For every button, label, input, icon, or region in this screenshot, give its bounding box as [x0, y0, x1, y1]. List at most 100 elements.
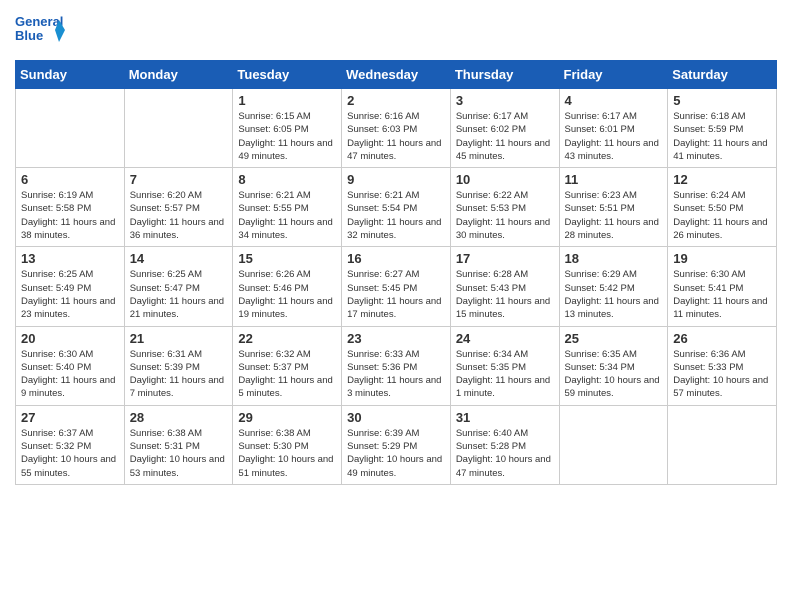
day-number: 9	[347, 172, 445, 187]
day-info: Sunrise: 6:16 AMSunset: 6:03 PMDaylight:…	[347, 110, 445, 163]
day-number: 29	[238, 410, 336, 425]
day-cell: 1 Sunrise: 6:15 AMSunset: 6:05 PMDaylight…	[233, 89, 342, 168]
day-info: Sunrise: 6:21 AMSunset: 5:54 PMDaylight:…	[347, 189, 445, 242]
day-info: Sunrise: 6:17 AMSunset: 6:01 PMDaylight:…	[565, 110, 663, 163]
day-number: 16	[347, 251, 445, 266]
day-info: Sunrise: 6:28 AMSunset: 5:43 PMDaylight:…	[456, 268, 554, 321]
day-info: Sunrise: 6:30 AMSunset: 5:41 PMDaylight:…	[673, 268, 771, 321]
day-cell: 28 Sunrise: 6:38 AMSunset: 5:31 PMDayligh…	[124, 405, 233, 484]
day-info: Sunrise: 6:34 AMSunset: 5:35 PMDaylight:…	[456, 348, 554, 401]
day-cell: 15Sunrise: 6:26 AMSunset: 5:46 PMDayligh…	[233, 247, 342, 326]
day-number: 14	[130, 251, 228, 266]
day-number: 22	[238, 331, 336, 346]
day-info: Sunrise: 6:20 AMSunset: 5:57 PMDaylight:…	[130, 189, 228, 242]
day-info: Sunrise: 6:15 AMSunset: 6:05 PMDaylight:…	[238, 110, 336, 163]
day-number: 2	[347, 93, 445, 108]
day-info: Sunrise: 6:30 AMSunset: 5:40 PMDaylight:…	[21, 348, 119, 401]
header-tuesday: Tuesday	[233, 61, 342, 89]
page: General Blue SundayMondayTuesdayWednesda…	[0, 0, 792, 612]
day-number: 11	[565, 172, 663, 187]
day-number: 10	[456, 172, 554, 187]
day-info: Sunrise: 6:32 AMSunset: 5:37 PMDaylight:…	[238, 348, 336, 401]
day-number: 17	[456, 251, 554, 266]
day-info: Sunrise: 6:40 AMSunset: 5:28 PMDaylight:…	[456, 427, 554, 480]
day-number: 31	[456, 410, 554, 425]
header-saturday: Saturday	[668, 61, 777, 89]
day-number: 23	[347, 331, 445, 346]
day-cell: 31 Sunrise: 6:40 AMSunset: 5:28 PMDayligh…	[450, 405, 559, 484]
logo: General Blue	[15, 10, 65, 52]
day-info: Sunrise: 6:31 AMSunset: 5:39 PMDaylight:…	[130, 348, 228, 401]
day-number: 1	[238, 93, 336, 108]
day-info: Sunrise: 6:29 AMSunset: 5:42 PMDaylight:…	[565, 268, 663, 321]
header-wednesday: Wednesday	[342, 61, 451, 89]
day-cell: 11 Sunrise: 6:23 AMSunset: 5:51 PMDayligh…	[559, 168, 668, 247]
week-row-4: 20Sunrise: 6:30 AMSunset: 5:40 PMDayligh…	[16, 326, 777, 405]
day-cell	[16, 89, 125, 168]
svg-text:Blue: Blue	[15, 28, 43, 43]
day-number: 3	[456, 93, 554, 108]
day-number: 25	[565, 331, 663, 346]
header: General Blue	[15, 10, 777, 52]
day-cell: 8 Sunrise: 6:21 AMSunset: 5:55 PMDaylight…	[233, 168, 342, 247]
day-cell: 13Sunrise: 6:25 AMSunset: 5:49 PMDayligh…	[16, 247, 125, 326]
day-cell: 23 Sunrise: 6:33 AMSunset: 5:36 PMDayligh…	[342, 326, 451, 405]
logo-svg: General Blue	[15, 10, 65, 52]
day-info: Sunrise: 6:33 AMSunset: 5:36 PMDaylight:…	[347, 348, 445, 401]
day-number: 13	[21, 251, 119, 266]
day-number: 18	[565, 251, 663, 266]
day-info: Sunrise: 6:18 AMSunset: 5:59 PMDaylight:…	[673, 110, 771, 163]
day-info: Sunrise: 6:38 AMSunset: 5:30 PMDaylight:…	[238, 427, 336, 480]
day-cell: 6 Sunrise: 6:19 AMSunset: 5:58 PMDaylight…	[16, 168, 125, 247]
day-cell: 2 Sunrise: 6:16 AMSunset: 6:03 PMDaylight…	[342, 89, 451, 168]
day-info: Sunrise: 6:23 AMSunset: 5:51 PMDaylight:…	[565, 189, 663, 242]
day-cell: 16 Sunrise: 6:27 AMSunset: 5:45 PMDayligh…	[342, 247, 451, 326]
day-cell: 27Sunrise: 6:37 AMSunset: 5:32 PMDayligh…	[16, 405, 125, 484]
day-cell: 24 Sunrise: 6:34 AMSunset: 5:35 PMDayligh…	[450, 326, 559, 405]
day-info: Sunrise: 6:21 AMSunset: 5:55 PMDaylight:…	[238, 189, 336, 242]
day-number: 8	[238, 172, 336, 187]
day-cell: 3 Sunrise: 6:17 AMSunset: 6:02 PMDaylight…	[450, 89, 559, 168]
day-info: Sunrise: 6:19 AMSunset: 5:58 PMDaylight:…	[21, 189, 119, 242]
day-info: Sunrise: 6:24 AMSunset: 5:50 PMDaylight:…	[673, 189, 771, 242]
week-row-2: 6 Sunrise: 6:19 AMSunset: 5:58 PMDaylight…	[16, 168, 777, 247]
day-cell: 12 Sunrise: 6:24 AMSunset: 5:50 PMDayligh…	[668, 168, 777, 247]
day-info: Sunrise: 6:17 AMSunset: 6:02 PMDaylight:…	[456, 110, 554, 163]
day-cell	[559, 405, 668, 484]
day-number: 19	[673, 251, 771, 266]
header-friday: Friday	[559, 61, 668, 89]
day-info: Sunrise: 6:39 AMSunset: 5:29 PMDaylight:…	[347, 427, 445, 480]
day-number: 28	[130, 410, 228, 425]
day-number: 7	[130, 172, 228, 187]
day-number: 30	[347, 410, 445, 425]
day-cell: 29 Sunrise: 6:38 AMSunset: 5:30 PMDayligh…	[233, 405, 342, 484]
day-cell: 19 Sunrise: 6:30 AMSunset: 5:41 PMDayligh…	[668, 247, 777, 326]
day-cell: 20Sunrise: 6:30 AMSunset: 5:40 PMDayligh…	[16, 326, 125, 405]
week-row-5: 27Sunrise: 6:37 AMSunset: 5:32 PMDayligh…	[16, 405, 777, 484]
svg-text:General: General	[15, 14, 63, 29]
day-info: Sunrise: 6:36 AMSunset: 5:33 PMDaylight:…	[673, 348, 771, 401]
day-cell: 5Sunrise: 6:18 AMSunset: 5:59 PMDaylight…	[668, 89, 777, 168]
day-number: 24	[456, 331, 554, 346]
day-cell: 9 Sunrise: 6:21 AMSunset: 5:54 PMDaylight…	[342, 168, 451, 247]
day-info: Sunrise: 6:22 AMSunset: 5:53 PMDaylight:…	[456, 189, 554, 242]
day-cell: 22 Sunrise: 6:32 AMSunset: 5:37 PMDayligh…	[233, 326, 342, 405]
day-info: Sunrise: 6:38 AMSunset: 5:31 PMDaylight:…	[130, 427, 228, 480]
day-cell: 17 Sunrise: 6:28 AMSunset: 5:43 PMDayligh…	[450, 247, 559, 326]
day-number: 12	[673, 172, 771, 187]
day-number: 15	[238, 251, 336, 266]
day-cell	[124, 89, 233, 168]
day-cell: 14Sunrise: 6:25 AMSunset: 5:47 PMDayligh…	[124, 247, 233, 326]
day-number: 26	[673, 331, 771, 346]
day-info: Sunrise: 6:37 AMSunset: 5:32 PMDaylight:…	[21, 427, 119, 480]
week-row-1: 1 Sunrise: 6:15 AMSunset: 6:05 PMDaylight…	[16, 89, 777, 168]
day-number: 21	[130, 331, 228, 346]
week-row-3: 13Sunrise: 6:25 AMSunset: 5:49 PMDayligh…	[16, 247, 777, 326]
day-cell: 25 Sunrise: 6:35 AMSunset: 5:34 PMDayligh…	[559, 326, 668, 405]
day-info: Sunrise: 6:27 AMSunset: 5:45 PMDaylight:…	[347, 268, 445, 321]
header-thursday: Thursday	[450, 61, 559, 89]
day-info: Sunrise: 6:35 AMSunset: 5:34 PMDaylight:…	[565, 348, 663, 401]
day-cell: 7 Sunrise: 6:20 AMSunset: 5:57 PMDaylight…	[124, 168, 233, 247]
day-number: 6	[21, 172, 119, 187]
day-number: 4	[565, 93, 663, 108]
